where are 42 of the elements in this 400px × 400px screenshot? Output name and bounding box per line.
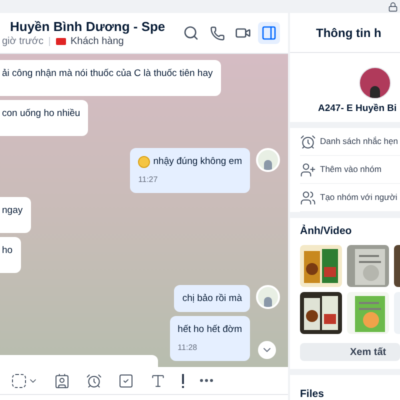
message-text: ngay xyxy=(2,204,23,217)
message-time: 11:28 xyxy=(178,342,198,354)
composer-tool-button[interactable] xyxy=(12,374,38,388)
users-icon xyxy=(300,190,316,206)
message-text: chị bảo rồi mà xyxy=(182,292,242,305)
composer-tool-button[interactable] xyxy=(118,372,134,388)
scroll-down-button[interactable] xyxy=(258,341,276,359)
alarm-clock-icon xyxy=(300,134,316,150)
panel-title: Thông tin h xyxy=(316,24,382,42)
composer-tool-button[interactable] xyxy=(86,372,102,388)
section-title: Files xyxy=(300,388,324,400)
header-tool-button[interactable] xyxy=(258,22,280,44)
sticker-icon xyxy=(12,374,38,388)
more-icon xyxy=(200,379,213,382)
panel-action-row[interactable]: Tạo nhóm với người xyxy=(300,184,400,212)
contact-name: A247- E Huyền Bi xyxy=(317,102,398,116)
contact-card-icon xyxy=(54,372,70,388)
panel-action-row[interactable]: Thêm vào nhóm xyxy=(300,156,400,184)
chat-title: Huyền Bình Dương - Spe xyxy=(9,18,166,34)
message-text: nhậy đúng không em xyxy=(153,155,242,168)
message-text: ho xyxy=(2,244,13,257)
message-text: hết ho hết đờm xyxy=(178,323,242,336)
lock-icon xyxy=(388,2,398,12)
composer-tool-button[interactable] xyxy=(54,372,70,388)
tag-label[interactable]: Khách hàng xyxy=(56,34,124,48)
composer-tool-button[interactable] xyxy=(200,379,213,382)
message-time: 11:27 xyxy=(138,174,159,186)
message-text: ải công nhận mà nói thuốc của C là thuốc tiên hay xyxy=(2,67,213,80)
alarm-clock-icon xyxy=(86,372,102,388)
side-panel-icon xyxy=(261,25,277,41)
add-user-icon xyxy=(300,162,316,178)
last-seen-text: giờ trước xyxy=(1,34,44,48)
checkbox-icon xyxy=(118,372,134,388)
message-text: con uống ho nhiều xyxy=(2,107,80,120)
search-icon xyxy=(183,25,199,41)
panel-action-row[interactable]: Danh sách nhắc hẹn xyxy=(300,128,400,156)
see-all-button[interactable]: Xem tất xyxy=(300,343,400,361)
avatar xyxy=(359,67,391,99)
text-format-icon xyxy=(150,372,166,388)
composer-tool-button[interactable] xyxy=(150,372,166,388)
section-title: Ảnh/Video xyxy=(300,224,353,240)
phone-icon xyxy=(210,26,224,40)
